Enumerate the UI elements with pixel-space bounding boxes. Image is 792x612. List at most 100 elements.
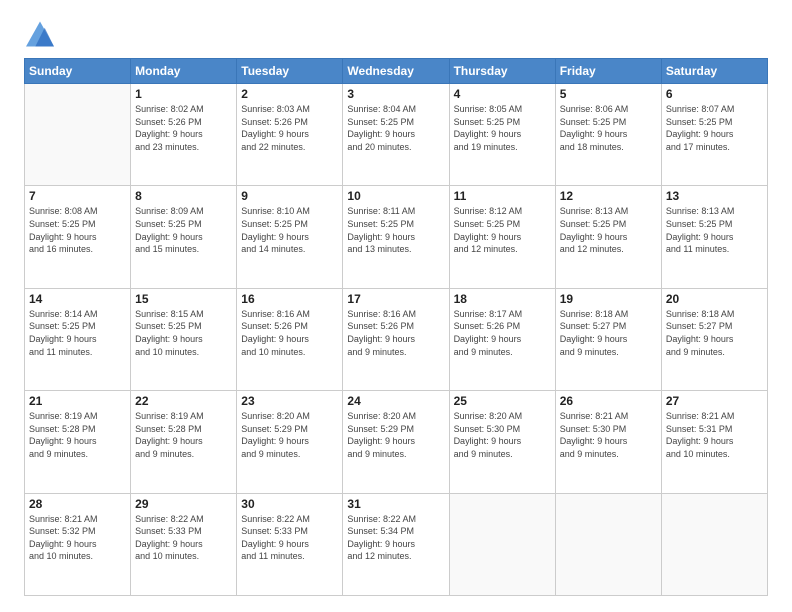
day-number: 8 (135, 189, 232, 203)
day-number: 28 (29, 497, 126, 511)
day-number: 19 (560, 292, 657, 306)
day-info: Sunrise: 8:22 AM Sunset: 5:33 PM Dayligh… (241, 513, 338, 563)
day-number: 27 (666, 394, 763, 408)
calendar-cell: 3 Sunrise: 8:04 AM Sunset: 5:25 PM Daylig… (343, 84, 449, 186)
day-info: Sunrise: 8:18 AM Sunset: 5:27 PM Dayligh… (560, 308, 657, 358)
calendar-cell: 27 Sunrise: 8:21 AM Sunset: 5:31 PM Dayli… (661, 391, 767, 493)
calendar-cell: 17 Sunrise: 8:16 AM Sunset: 5:26 PM Dayli… (343, 288, 449, 390)
day-number: 21 (29, 394, 126, 408)
calendar-cell: 25 Sunrise: 8:20 AM Sunset: 5:30 PM Dayli… (449, 391, 555, 493)
weekday-header-row: SundayMondayTuesdayWednesdayThursdayFrid… (25, 59, 768, 84)
weekday-header-saturday: Saturday (661, 59, 767, 84)
day-number: 1 (135, 87, 232, 101)
day-info: Sunrise: 8:08 AM Sunset: 5:25 PM Dayligh… (29, 205, 126, 255)
day-number: 20 (666, 292, 763, 306)
day-info: Sunrise: 8:22 AM Sunset: 5:34 PM Dayligh… (347, 513, 444, 563)
day-info: Sunrise: 8:20 AM Sunset: 5:29 PM Dayligh… (347, 410, 444, 460)
calendar-cell: 15 Sunrise: 8:15 AM Sunset: 5:25 PM Dayli… (131, 288, 237, 390)
day-info: Sunrise: 8:21 AM Sunset: 5:31 PM Dayligh… (666, 410, 763, 460)
day-number: 9 (241, 189, 338, 203)
day-number: 5 (560, 87, 657, 101)
calendar-cell: 30 Sunrise: 8:22 AM Sunset: 5:33 PM Dayli… (237, 493, 343, 595)
day-info: Sunrise: 8:04 AM Sunset: 5:25 PM Dayligh… (347, 103, 444, 153)
day-number: 26 (560, 394, 657, 408)
day-number: 17 (347, 292, 444, 306)
calendar-cell: 23 Sunrise: 8:20 AM Sunset: 5:29 PM Dayli… (237, 391, 343, 493)
day-info: Sunrise: 8:11 AM Sunset: 5:25 PM Dayligh… (347, 205, 444, 255)
logo-icon (24, 20, 56, 48)
calendar-cell: 11 Sunrise: 8:12 AM Sunset: 5:25 PM Dayli… (449, 186, 555, 288)
day-info: Sunrise: 8:16 AM Sunset: 5:26 PM Dayligh… (347, 308, 444, 358)
day-number: 22 (135, 394, 232, 408)
day-number: 11 (454, 189, 551, 203)
day-number: 24 (347, 394, 444, 408)
calendar-cell: 24 Sunrise: 8:20 AM Sunset: 5:29 PM Dayli… (343, 391, 449, 493)
calendar-cell: 29 Sunrise: 8:22 AM Sunset: 5:33 PM Dayli… (131, 493, 237, 595)
day-info: Sunrise: 8:07 AM Sunset: 5:25 PM Dayligh… (666, 103, 763, 153)
day-number: 13 (666, 189, 763, 203)
day-number: 12 (560, 189, 657, 203)
calendar-week-row: 14 Sunrise: 8:14 AM Sunset: 5:25 PM Dayli… (25, 288, 768, 390)
day-info: Sunrise: 8:13 AM Sunset: 5:25 PM Dayligh… (666, 205, 763, 255)
day-info: Sunrise: 8:16 AM Sunset: 5:26 PM Dayligh… (241, 308, 338, 358)
calendar-cell: 31Sunrise: 8:22 AM Sunset: 5:34 PM Dayli… (343, 493, 449, 595)
calendar-cell: 14 Sunrise: 8:14 AM Sunset: 5:25 PM Dayli… (25, 288, 131, 390)
weekday-header-friday: Friday (555, 59, 661, 84)
calendar-cell: 13 Sunrise: 8:13 AM Sunset: 5:25 PM Dayli… (661, 186, 767, 288)
day-info: Sunrise: 8:20 AM Sunset: 5:30 PM Dayligh… (454, 410, 551, 460)
weekday-header-tuesday: Tuesday (237, 59, 343, 84)
calendar-cell: 20Sunrise: 8:18 AM Sunset: 5:27 PM Dayli… (661, 288, 767, 390)
day-number: 7 (29, 189, 126, 203)
calendar-cell: 18 Sunrise: 8:17 AM Sunset: 5:26 PM Dayli… (449, 288, 555, 390)
calendar-cell: 19 Sunrise: 8:18 AM Sunset: 5:27 PM Dayli… (555, 288, 661, 390)
calendar-week-row: 1Sunrise: 8:02 AM Sunset: 5:26 PM Daylig… (25, 84, 768, 186)
day-number: 14 (29, 292, 126, 306)
day-info: Sunrise: 8:03 AM Sunset: 5:26 PM Dayligh… (241, 103, 338, 153)
day-number: 4 (454, 87, 551, 101)
calendar-cell: 28 Sunrise: 8:21 AM Sunset: 5:32 PM Dayli… (25, 493, 131, 595)
day-number: 23 (241, 394, 338, 408)
calendar-cell: 12 Sunrise: 8:13 AM Sunset: 5:25 PM Dayli… (555, 186, 661, 288)
day-info: Sunrise: 8:19 AM Sunset: 5:28 PM Dayligh… (29, 410, 126, 460)
weekday-header-sunday: Sunday (25, 59, 131, 84)
header (24, 20, 768, 48)
day-number: 10 (347, 189, 444, 203)
day-number: 25 (454, 394, 551, 408)
day-number: 30 (241, 497, 338, 511)
day-info: Sunrise: 8:12 AM Sunset: 5:25 PM Dayligh… (454, 205, 551, 255)
day-number: 29 (135, 497, 232, 511)
calendar-cell: 9Sunrise: 8:10 AM Sunset: 5:25 PM Daylig… (237, 186, 343, 288)
calendar-cell: 21 Sunrise: 8:19 AM Sunset: 5:28 PM Dayli… (25, 391, 131, 493)
day-info: Sunrise: 8:15 AM Sunset: 5:25 PM Dayligh… (135, 308, 232, 358)
calendar-cell: 22Sunrise: 8:19 AM Sunset: 5:28 PM Dayli… (131, 391, 237, 493)
day-info: Sunrise: 8:05 AM Sunset: 5:25 PM Dayligh… (454, 103, 551, 153)
day-number: 15 (135, 292, 232, 306)
day-number: 16 (241, 292, 338, 306)
day-number: 2 (241, 87, 338, 101)
day-number: 18 (454, 292, 551, 306)
day-info: Sunrise: 8:06 AM Sunset: 5:25 PM Dayligh… (560, 103, 657, 153)
day-info: Sunrise: 8:21 AM Sunset: 5:30 PM Dayligh… (560, 410, 657, 460)
calendar-cell: 26 Sunrise: 8:21 AM Sunset: 5:30 PM Dayli… (555, 391, 661, 493)
day-info: Sunrise: 8:14 AM Sunset: 5:25 PM Dayligh… (29, 308, 126, 358)
weekday-header-wednesday: Wednesday (343, 59, 449, 84)
day-info: Sunrise: 8:22 AM Sunset: 5:33 PM Dayligh… (135, 513, 232, 563)
calendar-week-row: 28 Sunrise: 8:21 AM Sunset: 5:32 PM Dayli… (25, 493, 768, 595)
calendar-cell: 1Sunrise: 8:02 AM Sunset: 5:26 PM Daylig… (131, 84, 237, 186)
day-info: Sunrise: 8:13 AM Sunset: 5:25 PM Dayligh… (560, 205, 657, 255)
calendar-week-row: 21 Sunrise: 8:19 AM Sunset: 5:28 PM Dayli… (25, 391, 768, 493)
day-info: Sunrise: 8:20 AM Sunset: 5:29 PM Dayligh… (241, 410, 338, 460)
day-info: Sunrise: 8:09 AM Sunset: 5:25 PM Dayligh… (135, 205, 232, 255)
weekday-header-monday: Monday (131, 59, 237, 84)
day-number: 3 (347, 87, 444, 101)
calendar-cell (555, 493, 661, 595)
day-number: 6 (666, 87, 763, 101)
day-info: Sunrise: 8:17 AM Sunset: 5:26 PM Dayligh… (454, 308, 551, 358)
calendar-cell (661, 493, 767, 595)
weekday-header-thursday: Thursday (449, 59, 555, 84)
calendar-cell (449, 493, 555, 595)
day-info: Sunrise: 8:21 AM Sunset: 5:32 PM Dayligh… (29, 513, 126, 563)
calendar-table: SundayMondayTuesdayWednesdayThursdayFrid… (24, 58, 768, 596)
calendar-cell (25, 84, 131, 186)
logo (24, 20, 60, 48)
